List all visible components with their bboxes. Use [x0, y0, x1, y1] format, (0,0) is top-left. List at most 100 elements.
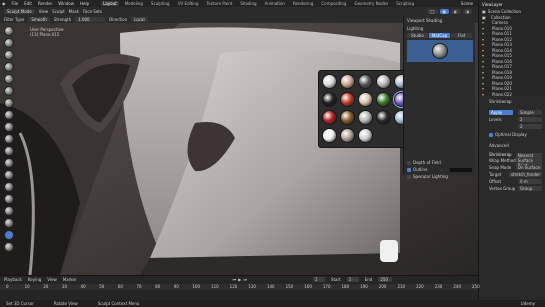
- menu-keying[interactable]: Keying: [28, 277, 41, 282]
- current-frame-field[interactable]: 1: [312, 277, 325, 282]
- blender-logo-icon[interactable]: ◉: [2, 1, 6, 6]
- vertex-group-field[interactable]: Group: [518, 186, 542, 191]
- apply-button[interactable]: Apply: [489, 110, 513, 115]
- sculpt-brush-tool-icon[interactable]: [4, 242, 14, 252]
- matcap-swatch[interactable]: [358, 110, 373, 125]
- levels-field-2[interactable]: 2: [518, 124, 542, 129]
- tab-uv-editing[interactable]: UV Editing: [176, 1, 201, 6]
- matcap-swatch[interactable]: [376, 74, 391, 89]
- target-field[interactable]: stretch_fender: [508, 172, 542, 177]
- menu-playback[interactable]: Playback: [4, 277, 22, 282]
- matcap-swatch[interactable]: [322, 110, 337, 125]
- outline-option[interactable]: Outline: [407, 167, 472, 172]
- wireframe-shading-icon[interactable]: ◯: [427, 8, 438, 14]
- sculpt-brush-tool-icon[interactable]: [4, 194, 14, 204]
- matcap-swatch[interactable]: [340, 92, 355, 107]
- sculpt-brush-tool-icon[interactable]: [4, 38, 14, 48]
- offset-field[interactable]: 0 m: [518, 179, 542, 184]
- matcap-swatch[interactable]: [358, 74, 373, 89]
- sculpt-brush-tool-icon[interactable]: [4, 122, 14, 132]
- tab-layout[interactable]: Layout: [101, 1, 119, 6]
- sculpt-brush-tool-icon[interactable]: [4, 158, 14, 168]
- matcap-swatch[interactable]: [340, 74, 355, 89]
- sculpt-brush-tool-icon[interactable]: [4, 74, 14, 84]
- end-frame-field[interactable]: 250: [378, 277, 393, 282]
- jump-end-icon[interactable]: ⏭: [243, 277, 247, 282]
- tab-geometry-nodes[interactable]: Geometry Nodes: [352, 1, 390, 6]
- tab-scripting[interactable]: Scripting: [394, 1, 416, 6]
- depth-of-field-option[interactable]: Depth of Field: [407, 160, 472, 165]
- matcap-preview[interactable]: [407, 40, 473, 62]
- sculpt-brush-tool-icon[interactable]: [4, 26, 14, 36]
- specular-lighting-label: Specular Lighting: [413, 174, 448, 179]
- menu-file[interactable]: File: [12, 1, 19, 6]
- tab-shading[interactable]: Shading: [238, 1, 258, 6]
- jump-start-icon[interactable]: ⏮: [233, 277, 237, 282]
- sculpt-brush-tool-icon[interactable]: [4, 218, 14, 228]
- lighting-matcap-button[interactable]: MatCap: [429, 33, 450, 38]
- sculpt-brush-tool-icon[interactable]: [4, 206, 14, 216]
- mode-selector[interactable]: Sculpt Mode: [4, 8, 35, 14]
- tab-animation[interactable]: Animation: [263, 1, 287, 6]
- menu-edit[interactable]: Edit: [24, 1, 32, 6]
- menu-window[interactable]: Window: [58, 1, 74, 6]
- specular-lighting-checkbox[interactable]: [407, 174, 411, 179]
- matcap-swatch[interactable]: [322, 74, 337, 89]
- solid-shading-icon[interactable]: ●: [439, 8, 449, 14]
- mesh-object-icon: ▾: [482, 36, 485, 42]
- optimal-display-checkbox[interactable]: [489, 132, 493, 137]
- snap-mode-select[interactable]: On Surface: [515, 165, 542, 170]
- play-icon[interactable]: ▶: [238, 277, 241, 282]
- menu-marker[interactable]: Marker: [63, 277, 77, 282]
- advanced-section[interactable]: Advanced: [489, 143, 542, 148]
- menu-sculpt[interactable]: Sculpt: [52, 9, 65, 14]
- falloff-selector[interactable]: Local: [131, 16, 148, 22]
- timeline-ruler[interactable]: 0 10 20 30 40 50 60 70 80 90 100 110 120 130 140 150 160…: [0, 284, 480, 290]
- specular-lighting-option[interactable]: Specular Lighting: [407, 174, 472, 179]
- lighting-studio-button[interactable]: Studio: [407, 33, 428, 38]
- brush-selector[interactable]: Smooth: [28, 16, 50, 22]
- sculpt-brush-tool-icon[interactable]: [4, 146, 14, 156]
- navigation-gizmo[interactable]: [380, 240, 398, 262]
- menu-view[interactable]: View: [47, 277, 57, 282]
- matcap-swatch[interactable]: [358, 128, 373, 143]
- menu-view[interactable]: View: [39, 9, 49, 14]
- sculpt-brush-tool-icon[interactable]: [4, 170, 14, 180]
- outliner-item-label: Plane.013: [492, 42, 512, 48]
- sculpt-brush-tool-icon[interactable]: [4, 86, 14, 96]
- sculpt-brush-tool-icon[interactable]: [4, 50, 14, 60]
- tab-rendering[interactable]: Rendering: [291, 1, 315, 6]
- sculpt-brush-tool-icon[interactable]: [4, 98, 14, 108]
- sculpt-brush-tool-icon[interactable]: [4, 134, 14, 144]
- tab-modeling[interactable]: Modeling: [123, 1, 145, 6]
- matcap-swatch[interactable]: [340, 128, 355, 143]
- tab-texture-paint[interactable]: Texture Paint: [204, 1, 234, 6]
- matcap-swatch[interactable]: [358, 92, 373, 107]
- menu-face-sets[interactable]: Face Sets: [83, 9, 102, 14]
- sculpt-brush-tool-icon[interactable]: [4, 182, 14, 192]
- rendered-shading-icon[interactable]: ◑: [462, 8, 472, 14]
- outline-checkbox[interactable]: [407, 167, 411, 172]
- levels-field[interactable]: 2: [518, 117, 542, 122]
- matcap-swatch[interactable]: [322, 92, 337, 107]
- depth-of-field-checkbox[interactable]: [407, 160, 411, 165]
- strength-field[interactable]: 1.000: [75, 16, 106, 22]
- simple-button[interactable]: Simple: [518, 110, 542, 115]
- tab-sculpting[interactable]: Sculpting: [149, 1, 172, 6]
- material-shading-icon[interactable]: ◐: [451, 8, 461, 14]
- matcap-swatch[interactable]: [322, 128, 337, 143]
- menu-mask[interactable]: Mask: [69, 9, 79, 14]
- outline-color-swatch[interactable]: [450, 167, 472, 172]
- lighting-flat-button[interactable]: Flat: [451, 33, 472, 38]
- matcap-swatch[interactable]: [340, 110, 355, 125]
- matcap-swatch[interactable]: [376, 110, 391, 125]
- scene-selector[interactable]: Scene: [461, 1, 473, 6]
- start-frame-field[interactable]: 1: [346, 277, 359, 282]
- matcap-swatch[interactable]: [376, 92, 391, 107]
- menu-help[interactable]: Help: [80, 1, 89, 6]
- sculpt-brush-tool-icon[interactable]: [4, 62, 14, 72]
- tab-compositing[interactable]: Compositing: [319, 1, 348, 6]
- menu-render[interactable]: Render: [38, 1, 52, 6]
- sculpt-brush-tool-icon[interactable]: [4, 110, 14, 120]
- sculpt-brush-tool-icon[interactable]: [4, 230, 14, 240]
